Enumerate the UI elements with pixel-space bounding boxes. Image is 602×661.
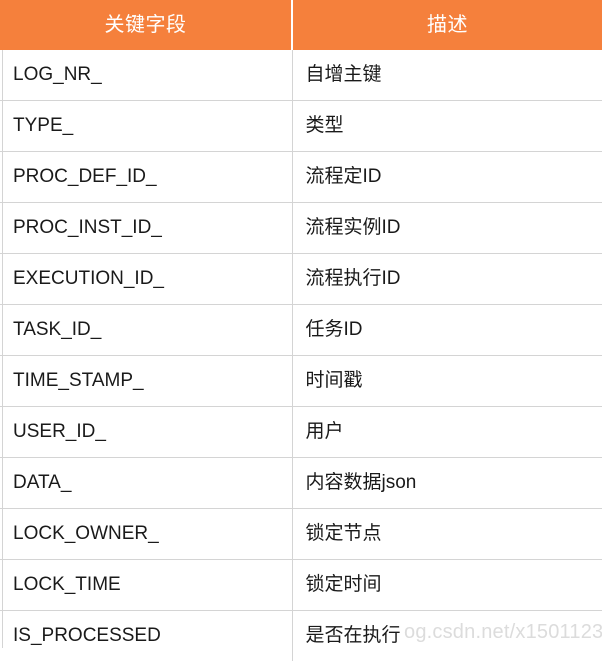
- column-header-description: 描述: [292, 0, 602, 50]
- table-row: EXECUTION_ID_流程执行ID: [0, 254, 602, 305]
- cell-description: 流程执行ID: [292, 254, 602, 305]
- cell-description: 类型: [292, 101, 602, 152]
- cell-key-field: IS_PROCESSED: [0, 611, 292, 661]
- cell-key-field: LOCK_TIME: [0, 560, 292, 611]
- table-header-row: 关键字段 描述: [0, 0, 602, 50]
- table-body: LOG_NR_自增主键TYPE_类型PROC_DEF_ID_流程定IDPROC_…: [0, 50, 602, 661]
- cell-description: 锁定节点: [292, 509, 602, 560]
- cell-description: 自增主键: [292, 50, 602, 101]
- cell-key-field: LOCK_OWNER_: [0, 509, 292, 560]
- cell-key-field: TIME_STAMP_: [0, 356, 292, 407]
- cell-key-field: PROC_INST_ID_: [0, 203, 292, 254]
- table-row: PROC_INST_ID_流程实例ID: [0, 203, 602, 254]
- table-row: TASK_ID_任务ID: [0, 305, 602, 356]
- table-row: TIME_STAMP_时间戳: [0, 356, 602, 407]
- table-row: LOG_NR_自增主键: [0, 50, 602, 101]
- field-reference-table: 关键字段 描述 LOG_NR_自增主键TYPE_类型PROC_DEF_ID_流程…: [0, 0, 602, 661]
- cell-key-field: TASK_ID_: [0, 305, 292, 356]
- table-header: 关键字段 描述: [0, 0, 602, 50]
- cell-description: 流程定ID: [292, 152, 602, 203]
- cell-description: 是否在执行: [292, 611, 602, 661]
- column-header-key-field: 关键字段: [0, 0, 292, 50]
- cell-key-field: LOG_NR_: [0, 50, 292, 101]
- cell-description: 内容数据json: [292, 458, 602, 509]
- cell-key-field: EXECUTION_ID_: [0, 254, 292, 305]
- table-row: PROC_DEF_ID_流程定ID: [0, 152, 602, 203]
- cell-description: 用户: [292, 407, 602, 458]
- cell-description: 锁定时间: [292, 560, 602, 611]
- table-row: LOCK_OWNER_锁定节点: [0, 509, 602, 560]
- cell-description: 任务ID: [292, 305, 602, 356]
- cell-description: 流程实例ID: [292, 203, 602, 254]
- table-row: TYPE_类型: [0, 101, 602, 152]
- cell-key-field: USER_ID_: [0, 407, 292, 458]
- cell-key-field: TYPE_: [0, 101, 292, 152]
- table-row: USER_ID_用户: [0, 407, 602, 458]
- table-row: IS_PROCESSED是否在执行: [0, 611, 602, 661]
- table-row: LOCK_TIME锁定时间: [0, 560, 602, 611]
- cell-key-field: PROC_DEF_ID_: [0, 152, 292, 203]
- table-left-border: [2, 50, 3, 648]
- cell-key-field: DATA_: [0, 458, 292, 509]
- table-row: DATA_内容数据json: [0, 458, 602, 509]
- cell-description: 时间戳: [292, 356, 602, 407]
- field-reference-table-container: 关键字段 描述 LOG_NR_自增主键TYPE_类型PROC_DEF_ID_流程…: [0, 0, 602, 648]
